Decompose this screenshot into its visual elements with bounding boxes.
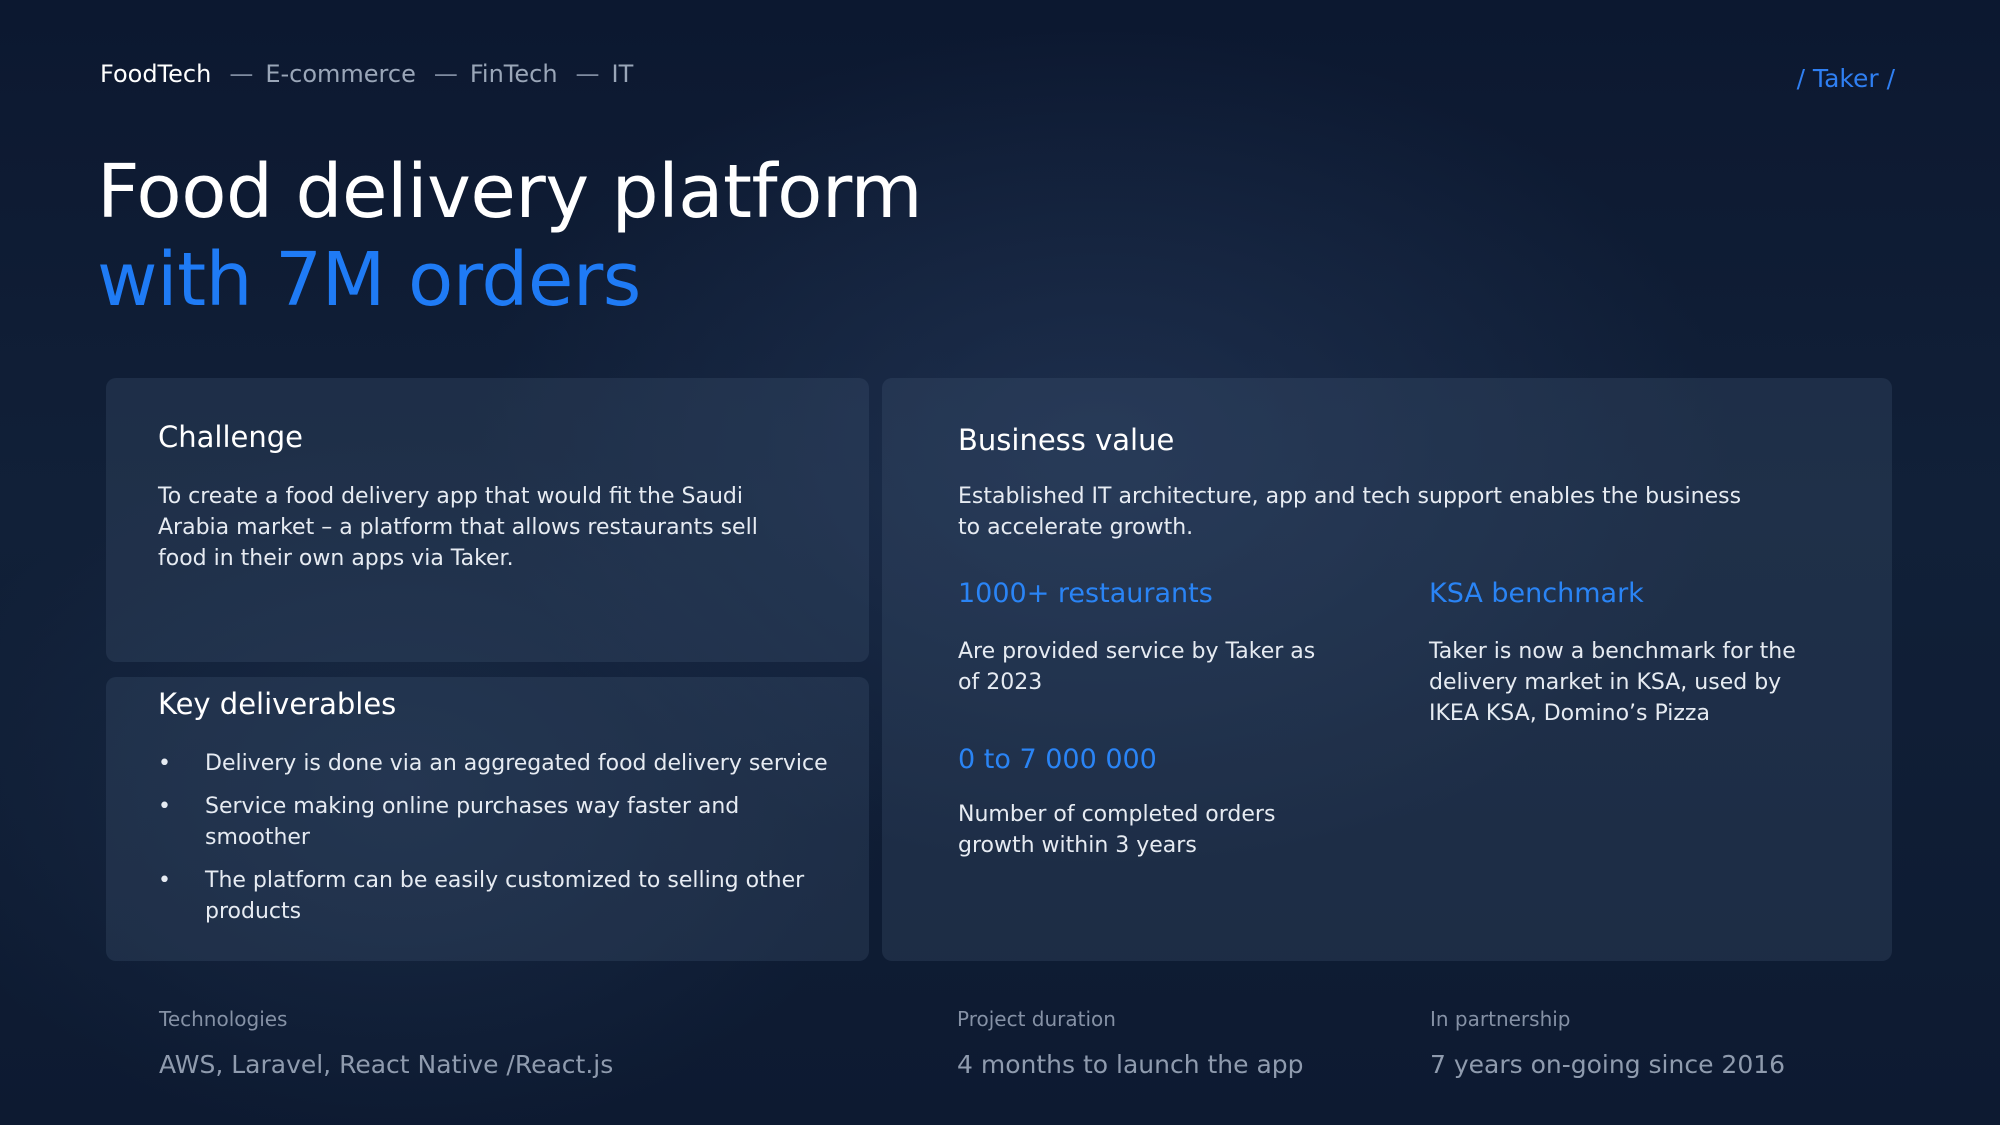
bullet-icon: •	[158, 794, 171, 819]
project-duration-label: Project duration	[957, 1007, 1116, 1031]
metric-benchmark-desc: Taker is now a benchmark for the deliver…	[1429, 639, 1796, 726]
challenge-heading: Challenge	[158, 420, 303, 454]
technologies-label: Technologies	[159, 1007, 288, 1031]
technologies-value: AWS, Laravel, React Native /React.js	[159, 1050, 614, 1079]
deliverables-list: • Delivery is done via an aggregated foo…	[158, 748, 848, 939]
page-title-highlight: with 7M orders	[97, 237, 641, 323]
nav-separator: —	[229, 60, 254, 88]
project-duration-value: 4 months to launch the app	[957, 1050, 1304, 1079]
business-value-heading: Business value	[958, 423, 1175, 457]
page-title: Food delivery platform with 7M orders	[97, 148, 923, 324]
metric-restaurants-desc: Are provided service by Taker as of 2023	[958, 639, 1316, 695]
nav-item-foodtech[interactable]: FoodTech	[100, 60, 211, 88]
list-item-text: Delivery is done via an aggregated food …	[205, 751, 828, 776]
list-item: • Service making online purchases way fa…	[158, 791, 848, 853]
nav-separator: —	[575, 60, 600, 88]
nav-item-it[interactable]: IT	[612, 60, 634, 88]
metric-restaurants-title: 1000+ restaurants	[958, 578, 1213, 609]
partnership-value: 7 years on-going since 2016	[1430, 1050, 1786, 1079]
nav-item-ecommerce[interactable]: E-commerce	[265, 60, 416, 88]
metric-benchmark-title: KSA benchmark	[1429, 578, 1644, 609]
partnership-label: In partnership	[1430, 1007, 1571, 1031]
list-item: • Delivery is done via an aggregated foo…	[158, 748, 848, 779]
deliverables-heading: Key deliverables	[158, 687, 397, 721]
metric-orders-title: 0 to 7 000 000	[958, 744, 1157, 775]
client-tag: / Taker /	[1796, 64, 1895, 93]
bullet-icon: •	[158, 751, 171, 776]
metric-orders-desc: Number of completed orders growth within…	[958, 802, 1276, 858]
challenge-text: To create a food delivery app that would…	[158, 484, 758, 571]
nav-item-fintech[interactable]: FinTech	[470, 60, 558, 88]
page-title-line1: Food delivery platform	[97, 149, 923, 235]
business-value-text: Established IT architecture, app and tec…	[958, 484, 1742, 540]
list-item-text: The platform can be easily customized to…	[205, 868, 805, 924]
industry-breadcrumb: FoodTech — E-commerce — FinTech — IT	[100, 60, 633, 88]
nav-separator: —	[433, 60, 458, 88]
list-item: • The platform can be easily customized …	[158, 865, 848, 927]
bullet-icon: •	[158, 868, 171, 893]
list-item-text: Service making online purchases way fast…	[205, 794, 740, 850]
